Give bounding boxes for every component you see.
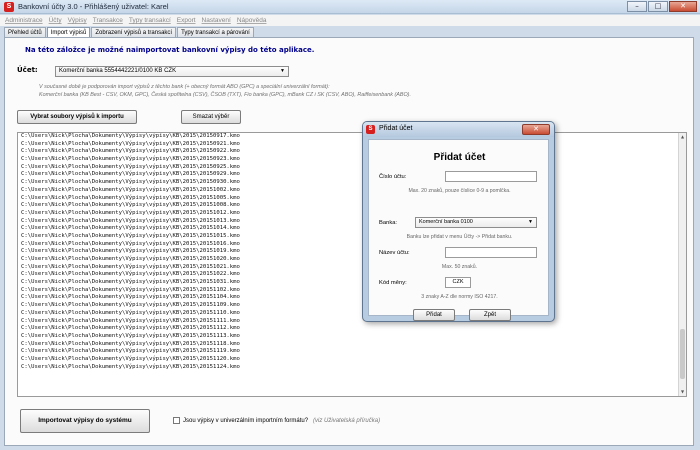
bank-select[interactable]: Komerční banka 0100 ▼ (415, 217, 537, 228)
file-list-item[interactable]: C:\Users\Nick\Plocha\Dokumenty\Výpisy\vý… (18, 148, 686, 156)
menu-nastaveni[interactable]: Nastavení (202, 15, 231, 26)
back-button[interactable]: Zpět (469, 309, 511, 321)
account-name-label: Název účtu: (379, 250, 410, 256)
file-list-item[interactable]: C:\Users\Nick\Plocha\Dokumenty\Výpisy\vý… (18, 248, 686, 256)
bank-hint: Banku lze přidat v menu Účty -> Přidat b… (406, 234, 513, 240)
file-list-item[interactable]: C:\Users\Nick\Plocha\Dokumenty\Výpisy\vý… (18, 256, 686, 264)
select-files-button[interactable]: Vybrat soubory výpisů k importu (17, 110, 137, 124)
window-titlebar[interactable]: S Bankovní účty 3.0 - Přihlášený uživate… (0, 0, 700, 14)
universal-format-option: Jsou výpisy v univerzálním importním for… (173, 417, 380, 424)
supported-banks-text: V současné době je podporován import výp… (39, 83, 459, 99)
file-rows: C:\Users\Nick\Plocha\Dokumenty\Výpisy\vý… (18, 133, 686, 371)
file-list-scrollbar[interactable]: ▲ ▼ (678, 133, 686, 396)
dialog-app-icon: S (366, 125, 375, 134)
menu-bar: Administrace Účty Výpisy Transakce Typy … (0, 15, 700, 26)
account-select-value: Komerční banka 5554442221/0100 KB CZK (59, 68, 177, 74)
file-list-item[interactable]: C:\Users\Nick\Plocha\Dokumenty\Výpisy\vý… (18, 225, 686, 233)
dialog-title: Přidat účet (379, 125, 413, 132)
dialog-titlebar[interactable]: S Přidat účet ✕ (363, 122, 554, 137)
menu-vypisy[interactable]: Výpisy (68, 15, 87, 26)
scroll-thumb[interactable] (680, 329, 685, 379)
file-list-item[interactable]: C:\Users\Nick\Plocha\Dokumenty\Výpisy\vý… (18, 271, 686, 279)
menu-ucty[interactable]: Účty (49, 15, 62, 26)
maximize-button[interactable]: □ (648, 1, 668, 12)
file-list-item[interactable]: C:\Users\Nick\Plocha\Dokumenty\Výpisy\vý… (18, 179, 686, 187)
file-list-item[interactable]: C:\Users\Nick\Plocha\Dokumenty\Výpisy\vý… (18, 156, 686, 164)
window-title: Bankovní účty 3.0 - Přihlášený uživatel:… (18, 2, 169, 11)
file-list-item[interactable]: C:\Users\Nick\Plocha\Dokumenty\Výpisy\vý… (18, 310, 686, 318)
menu-napoveda[interactable]: Nápověda (237, 15, 267, 26)
file-list-item[interactable]: C:\Users\Nick\Plocha\Dokumenty\Výpisy\vý… (18, 302, 686, 310)
universal-format-checkbox[interactable] (173, 417, 180, 424)
file-list-item[interactable]: C:\Users\Nick\Plocha\Dokumenty\Výpisy\vý… (18, 364, 686, 372)
import-statements-button[interactable]: Importovat výpisy do systému (20, 409, 150, 433)
file-list-item[interactable]: C:\Users\Nick\Plocha\Dokumenty\Výpisy\vý… (18, 279, 686, 287)
menu-transakce[interactable]: Transakce (93, 15, 123, 26)
tab-bar: Přehled účtů Import výpisů Zobrazení výp… (4, 27, 255, 38)
supported-banks-line-2: Komerční banka (KB Best - CSV, OKM, GPC)… (39, 92, 411, 98)
chevron-down-icon: ▼ (280, 68, 285, 74)
file-list-item[interactable]: C:\Users\Nick\Plocha\Dokumenty\Výpisy\vý… (18, 233, 686, 241)
app-logo-icon: S (4, 2, 14, 12)
window-controls: – □ ✕ (627, 1, 697, 12)
universal-format-label: Jsou výpisy v univerzálním importním for… (183, 417, 309, 424)
account-number-field[interactable] (445, 171, 537, 182)
add-button[interactable]: Přidat (413, 309, 455, 321)
tab-typy-transakci[interactable]: Typy transakcí a párování (177, 27, 254, 37)
panel-heading: Na této záložce je možné naimportovat ba… (25, 46, 315, 54)
file-list-item[interactable]: C:\Users\Nick\Plocha\Dokumenty\Výpisy\vý… (18, 356, 686, 364)
clear-selection-button[interactable]: Smazat výběr (181, 110, 241, 124)
file-list-item[interactable]: C:\Users\Nick\Plocha\Dokumenty\Výpisy\vý… (18, 202, 686, 210)
tab-prehled-uctu[interactable]: Přehled účtů (4, 27, 46, 37)
currency-hint: 3 znaky A-Z dle normy ISO 4217. (421, 294, 498, 300)
file-list-item[interactable]: C:\Users\Nick\Plocha\Dokumenty\Výpisy\vý… (18, 333, 686, 341)
dialog-close-button[interactable]: ✕ (522, 124, 550, 135)
import-panel: Na této záložce je možné naimportovat ba… (4, 37, 694, 446)
menu-export[interactable]: Export (177, 15, 196, 26)
account-name-hint: Max. 50 znaků. (441, 264, 478, 270)
menu-typy-transakci[interactable]: Typy transakcí (129, 15, 171, 26)
account-name-field[interactable] (445, 247, 537, 258)
account-number-hint: Max. 20 znaků, pouze číslice 0-9 a pomlč… (408, 188, 511, 194)
account-select[interactable]: Komerční banka 5554442221/0100 KB CZK ▼ (55, 66, 289, 77)
currency-label: Kód měny: (379, 280, 407, 286)
scroll-down-icon[interactable]: ▼ (679, 388, 686, 396)
supported-banks-line-1: V současné době je podporován import výp… (39, 84, 330, 90)
file-list-item[interactable]: C:\Users\Nick\Plocha\Dokumenty\Výpisy\vý… (18, 210, 686, 218)
tab-zobrazeni-vypisu[interactable]: Zobrazení výpisů a transakcí (91, 27, 177, 37)
scroll-up-icon[interactable]: ▲ (679, 133, 686, 141)
file-list-item[interactable]: C:\Users\Nick\Plocha\Dokumenty\Výpisy\vý… (18, 294, 686, 302)
dialog-heading: Přidat účet (433, 152, 486, 163)
dialog-body: Přidat účet Číslo účtu: Max. 20 znaků, p… (368, 139, 549, 321)
user-guide-note: (viz Uživatelská příručka) (313, 417, 381, 424)
add-account-dialog: S Přidat účet ✕ Přidat účet Číslo účtu: … (362, 121, 555, 322)
chevron-down-icon: ▼ (528, 219, 533, 225)
currency-field[interactable]: CZK (445, 277, 471, 288)
account-label: Účet: (17, 66, 38, 74)
file-list-item[interactable]: C:\Users\Nick\Plocha\Dokumenty\Výpisy\vý… (18, 187, 686, 195)
file-list-item[interactable]: C:\Users\Nick\Plocha\Dokumenty\Výpisy\vý… (18, 348, 686, 356)
file-list-item[interactable]: C:\Users\Nick\Plocha\Dokumenty\Výpisy\vý… (18, 133, 686, 141)
file-list-item[interactable]: C:\Users\Nick\Plocha\Dokumenty\Výpisy\vý… (18, 325, 686, 333)
file-list-item[interactable]: C:\Users\Nick\Plocha\Dokumenty\Výpisy\vý… (18, 171, 686, 179)
bank-select-value: Komerční banka 0100 (419, 219, 473, 225)
bank-label: Banka: (379, 220, 398, 226)
account-number-label: Číslo účtu: (379, 174, 407, 180)
selected-files-list[interactable]: C:\Users\Nick\Plocha\Dokumenty\Výpisy\vý… (17, 132, 687, 397)
menu-administrace[interactable]: Administrace (5, 15, 43, 26)
close-window-button[interactable]: ✕ (669, 1, 697, 12)
minimize-button[interactable]: – (627, 1, 647, 12)
